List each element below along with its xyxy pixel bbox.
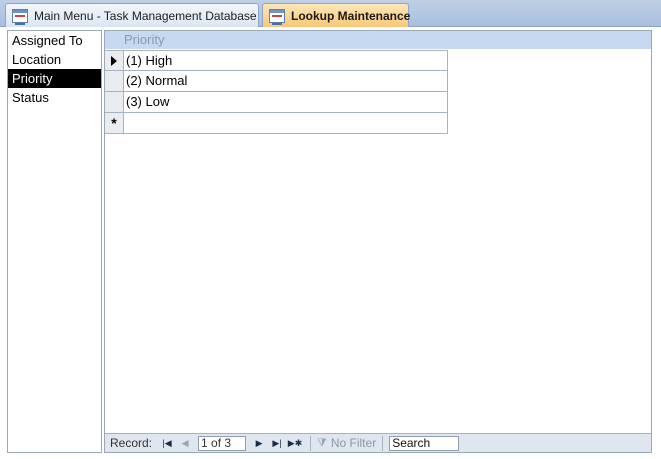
list-item-assigned-to[interactable]: Assigned To — [8, 31, 101, 50]
record-selector[interactable] — [105, 92, 124, 112]
nav-divider — [382, 435, 384, 451]
new-record-selector[interactable]: * — [105, 113, 124, 133]
list-item-status[interactable]: Status — [8, 88, 101, 107]
current-record-arrow-icon — [111, 55, 117, 66]
priority-cell[interactable]: (1) High — [124, 51, 448, 70]
previous-record-icon[interactable]: ◀ — [178, 436, 192, 450]
table-row: (1) High — [105, 50, 448, 71]
form-icon — [12, 8, 28, 25]
last-record-icon[interactable]: ▶| — [270, 436, 284, 450]
record-selector[interactable] — [105, 71, 124, 91]
record-label: Record: — [110, 436, 153, 450]
tab-main-menu-label: Main Menu - Task Management Database — [34, 8, 257, 23]
table-row: (3) Low — [105, 92, 448, 113]
priority-cell[interactable]: (2) Normal — [124, 71, 448, 91]
priority-cell[interactable]: (3) Low — [124, 92, 448, 112]
record-selector[interactable] — [105, 51, 124, 70]
record-navigation-bar: Record: |◀ ◀ 1 of 3 ▶ ▶| ▶✱ ⧩ No Filter … — [105, 433, 651, 452]
filter-label: No Filter — [330, 436, 377, 450]
search-input[interactable]: Search — [389, 435, 460, 451]
tab-lookup-maintenance[interactable]: Lookup Maintenance — [262, 3, 411, 27]
new-record-nav-icon[interactable]: ▶✱ — [288, 436, 302, 450]
priority-subform: Priority (1) High (2) Normal (3) Low * R… — [104, 30, 652, 453]
document-tab-strip: Main Menu - Task Management Database Loo… — [0, 0, 661, 27]
form-icon — [269, 8, 285, 25]
tab-lookup-maintenance-label: Lookup Maintenance — [291, 8, 411, 23]
no-filter-button[interactable]: ⧩ No Filter — [317, 436, 376, 450]
new-priority-cell[interactable] — [124, 113, 448, 133]
priority-datasheet: (1) High (2) Normal (3) Low * — [105, 50, 448, 134]
new-record-icon: * — [111, 115, 117, 131]
first-record-icon[interactable]: |◀ — [160, 436, 174, 450]
filter-icon: ⧩ — [317, 436, 327, 449]
tab-main-menu[interactable]: Main Menu - Task Management Database — [5, 3, 259, 27]
nav-divider — [310, 435, 312, 451]
table-row: (2) Normal — [105, 71, 448, 92]
column-header-priority[interactable]: Priority — [105, 31, 651, 49]
list-item-priority[interactable]: Priority — [8, 69, 101, 88]
record-position-input[interactable]: 1 of 3 — [198, 435, 247, 451]
lookup-list[interactable]: Assigned To Location Priority Status — [7, 30, 102, 453]
new-record-row: * — [105, 113, 448, 134]
list-item-location[interactable]: Location — [8, 50, 101, 69]
next-record-icon[interactable]: ▶ — [252, 436, 266, 450]
